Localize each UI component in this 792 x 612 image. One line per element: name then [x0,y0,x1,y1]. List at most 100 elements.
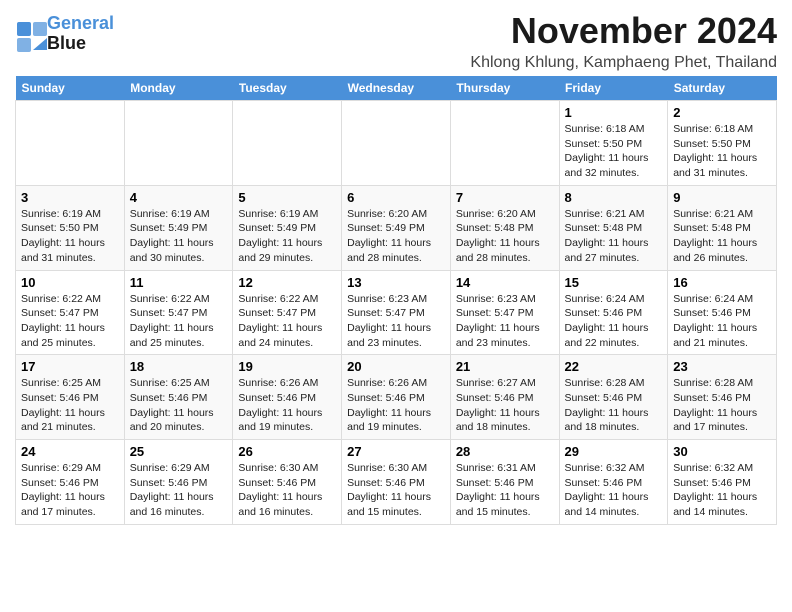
day-info: Sunrise: 6:26 AM Sunset: 5:46 PM Dayligh… [238,376,336,435]
day-number: 21 [456,359,554,374]
day-number: 3 [21,190,119,205]
calendar-cell: 5Sunrise: 6:19 AM Sunset: 5:49 PM Daylig… [233,185,342,270]
calendar-cell: 16Sunrise: 6:24 AM Sunset: 5:46 PM Dayli… [668,270,777,355]
weekday-header-row: SundayMondayTuesdayWednesdayThursdayFrid… [16,76,777,101]
subtitle: Khlong Khlung, Kamphaeng Phet, Thailand [470,54,777,72]
day-number: 28 [456,444,554,459]
day-info: Sunrise: 6:30 AM Sunset: 5:46 PM Dayligh… [347,461,445,520]
weekday-header-cell: Monday [124,76,233,101]
day-info: Sunrise: 6:23 AM Sunset: 5:47 PM Dayligh… [347,292,445,351]
day-info: Sunrise: 6:25 AM Sunset: 5:46 PM Dayligh… [21,376,119,435]
weekday-header-cell: Wednesday [342,76,451,101]
day-number: 23 [673,359,771,374]
weekday-header-cell: Thursday [450,76,559,101]
day-number: 8 [565,190,663,205]
calendar-cell: 4 Sunrise: 6:19 AM Sunset: 5:49 PM Daylig… [124,185,233,270]
day-number: 26 [238,444,336,459]
logo-icon [15,20,43,48]
day-info: Sunrise: 6:21 AM Sunset: 5:48 PM Dayligh… [565,207,663,266]
day-number: 4 [130,190,228,205]
calendar-cell: 13 Sunrise: 6:23 AM Sunset: 5:47 PM Dayli… [342,270,451,355]
calendar-cell: 3 Sunrise: 6:19 AM Sunset: 5:50 PM Daylig… [16,185,125,270]
calendar-week-row: 3 Sunrise: 6:19 AM Sunset: 5:50 PM Daylig… [16,185,777,270]
day-info: Sunrise: 6:26 AM Sunset: 5:46 PM Dayligh… [347,376,445,435]
calendar-cell: 10 Sunrise: 6:22 AM Sunset: 5:47 PM Dayli… [16,270,125,355]
day-number: 18 [130,359,228,374]
day-number: 29 [565,444,663,459]
calendar-cell: 19Sunrise: 6:26 AM Sunset: 5:46 PM Dayli… [233,355,342,440]
day-number: 10 [21,275,119,290]
day-number: 5 [238,190,336,205]
day-number: 12 [238,275,336,290]
main-title: November 2024 [470,10,777,52]
calendar-cell: 18 Sunrise: 6:25 AM Sunset: 5:46 PM Dayli… [124,355,233,440]
calendar-cell: 12 Sunrise: 6:22 AM Sunset: 5:47 PM Dayli… [233,270,342,355]
day-info: Sunrise: 6:19 AM Sunset: 5:49 PM Dayligh… [130,207,228,266]
day-number: 7 [456,190,554,205]
day-info: Sunrise: 6:21 AM Sunset: 5:48 PM Dayligh… [673,207,771,266]
calendar-cell: 1Sunrise: 6:18 AM Sunset: 5:50 PM Daylig… [559,101,668,186]
day-info: Sunrise: 6:22 AM Sunset: 5:47 PM Dayligh… [21,292,119,351]
calendar-cell: 11Sunrise: 6:22 AM Sunset: 5:47 PM Dayli… [124,270,233,355]
calendar-week-row: 17 Sunrise: 6:25 AM Sunset: 5:46 PM Dayli… [16,355,777,440]
day-number: 22 [565,359,663,374]
weekday-header-cell: Tuesday [233,76,342,101]
calendar-cell: 27 Sunrise: 6:30 AM Sunset: 5:46 PM Dayli… [342,440,451,525]
calendar-cell: 23 Sunrise: 6:28 AM Sunset: 5:46 PM Dayli… [668,355,777,440]
calendar-cell: 17 Sunrise: 6:25 AM Sunset: 5:46 PM Dayli… [16,355,125,440]
day-info: Sunrise: 6:18 AM Sunset: 5:50 PM Dayligh… [673,122,771,181]
day-info: Sunrise: 6:28 AM Sunset: 5:46 PM Dayligh… [673,376,771,435]
logo-text: GeneralBlue [47,14,114,54]
day-number: 1 [565,105,663,120]
day-info: Sunrise: 6:32 AM Sunset: 5:46 PM Dayligh… [565,461,663,520]
day-number: 27 [347,444,445,459]
day-info: Sunrise: 6:22 AM Sunset: 5:47 PM Dayligh… [238,292,336,351]
calendar-cell: 26 Sunrise: 6:30 AM Sunset: 5:46 PM Dayli… [233,440,342,525]
day-info: Sunrise: 6:27 AM Sunset: 5:46 PM Dayligh… [456,376,554,435]
calendar-cell: 22 Sunrise: 6:28 AM Sunset: 5:46 PM Dayli… [559,355,668,440]
calendar-cell [16,101,125,186]
day-number: 14 [456,275,554,290]
calendar-cell [233,101,342,186]
calendar-week-row: 1 Sunrise: 6:18 AM Sunset: 5:50 PM Daylig… [16,101,777,186]
calendar-cell [124,101,233,186]
calendar-cell: 25 Sunrise: 6:29 AM Sunset: 5:46 PM Dayli… [124,440,233,525]
calendar-week-row: 24 Sunrise: 6:29 AM Sunset: 5:46 PM Dayli… [16,440,777,525]
calendar-cell: 29 Sunrise: 6:32 AM Sunset: 5:46 PM Dayli… [559,440,668,525]
day-number: 20 [347,359,445,374]
logo: GeneralBlue [15,14,114,54]
calendar-cell [342,101,451,186]
day-number: 13 [347,275,445,290]
day-number: 24 [21,444,119,459]
day-info: Sunrise: 6:24 AM Sunset: 5:46 PM Dayligh… [565,292,663,351]
calendar-table: SundayMondayTuesdayWednesdayThursdayFrid… [15,76,777,525]
day-info: Sunrise: 6:29 AM Sunset: 5:46 PM Dayligh… [21,461,119,520]
calendar-cell: 9 Sunrise: 6:21 AM Sunset: 5:48 PM Daylig… [668,185,777,270]
day-info: Sunrise: 6:20 AM Sunset: 5:49 PM Dayligh… [347,207,445,266]
calendar-cell: 2Sunrise: 6:18 AM Sunset: 5:50 PM Daylig… [668,101,777,186]
day-info: Sunrise: 6:19 AM Sunset: 5:50 PM Dayligh… [21,207,119,266]
day-info: Sunrise: 6:23 AM Sunset: 5:47 PM Dayligh… [456,292,554,351]
calendar-cell: 15Sunrise: 6:24 AM Sunset: 5:46 PM Dayli… [559,270,668,355]
calendar-cell: 21 Sunrise: 6:27 AM Sunset: 5:46 PM Dayli… [450,355,559,440]
day-number: 25 [130,444,228,459]
day-number: 9 [673,190,771,205]
calendar-cell [450,101,559,186]
day-info: Sunrise: 6:25 AM Sunset: 5:46 PM Dayligh… [130,376,228,435]
day-info: Sunrise: 6:20 AM Sunset: 5:48 PM Dayligh… [456,207,554,266]
day-info: Sunrise: 6:32 AM Sunset: 5:46 PM Dayligh… [673,461,771,520]
day-number: 16 [673,275,771,290]
calendar-cell: 24 Sunrise: 6:29 AM Sunset: 5:46 PM Dayli… [16,440,125,525]
day-info: Sunrise: 6:29 AM Sunset: 5:46 PM Dayligh… [130,461,228,520]
day-info: Sunrise: 6:28 AM Sunset: 5:46 PM Dayligh… [565,376,663,435]
day-number: 30 [673,444,771,459]
calendar-cell: 8 Sunrise: 6:21 AM Sunset: 5:48 PM Daylig… [559,185,668,270]
title-block: November 2024 Khlong Khlung, Kamphaeng P… [470,10,777,72]
weekday-header-cell: Sunday [16,76,125,101]
day-number: 17 [21,359,119,374]
day-info: Sunrise: 6:22 AM Sunset: 5:47 PM Dayligh… [130,292,228,351]
calendar-week-row: 10 Sunrise: 6:22 AM Sunset: 5:47 PM Dayli… [16,270,777,355]
day-info: Sunrise: 6:30 AM Sunset: 5:46 PM Dayligh… [238,461,336,520]
calendar-cell: 28Sunrise: 6:31 AM Sunset: 5:46 PM Dayli… [450,440,559,525]
day-number: 6 [347,190,445,205]
